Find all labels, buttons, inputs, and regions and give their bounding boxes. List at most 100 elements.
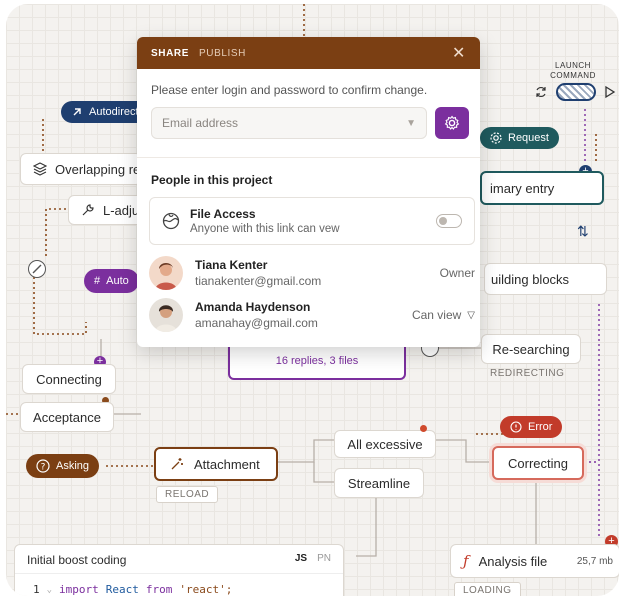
play-icon[interactable] — [604, 85, 616, 104]
overlapping-node[interactable]: Overlapping re — [20, 153, 142, 185]
autodirect-pill[interactable]: Autodirect — [61, 101, 149, 123]
person-role: Owner — [440, 266, 475, 280]
email-field[interactable]: Email address ▼ — [151, 107, 427, 139]
asking-label: Asking — [56, 460, 90, 472]
file-access-row[interactable]: File Access Anyone with this link can ve… — [149, 197, 475, 245]
person-name: Amanda Haydenson — [195, 300, 311, 314]
asking-pill[interactable]: ? Asking — [26, 454, 100, 478]
tab-pn[interactable]: PN — [317, 553, 331, 564]
all-excessive-label: All excessive — [347, 436, 423, 452]
re-searching-node[interactable]: Re-searching — [481, 334, 581, 364]
svg-text:?: ? — [41, 463, 46, 473]
building-blocks-node[interactable]: uilding blocks — [484, 263, 607, 295]
code-ident: React — [105, 583, 139, 596]
reload-tag: RELOAD — [156, 486, 219, 503]
person-row[interactable]: Tiana Kenter tianakenter@gmail.com Owner — [149, 255, 475, 291]
avatar — [149, 256, 183, 290]
chevron-down-icon: ▽ — [467, 309, 475, 321]
chevron-down-icon[interactable]: ▼ — [406, 118, 416, 129]
request-pill[interactable]: Request — [480, 127, 559, 149]
close-icon[interactable]: ✕ — [452, 43, 466, 63]
attachment-node[interactable]: Attachment — [154, 447, 278, 481]
tab-share[interactable]: SHARE — [151, 48, 189, 59]
script-icon: ƒ — [463, 552, 469, 570]
streamline-label: Streamline — [347, 475, 411, 491]
auto-pill[interactable]: # Auto — [84, 269, 139, 293]
globe-icon — [162, 212, 180, 230]
file-access-title: File Access — [190, 207, 256, 221]
sort-icon[interactable]: ⇅ — [577, 223, 589, 240]
gear-icon — [490, 132, 502, 144]
chevron-down-icon[interactable]: ⌄ — [47, 585, 52, 595]
redirecting-tag: REDIRECTING — [490, 368, 565, 379]
error-pill[interactable]: Error — [500, 416, 563, 438]
layers-icon — [33, 162, 47, 176]
person-email: amanahay@gmail.com — [195, 316, 318, 330]
tab-js[interactable]: JS — [295, 553, 307, 564]
connector-dot — [420, 425, 427, 432]
building-blocks-label: uilding blocks — [491, 271, 570, 287]
l-adjust-node[interactable]: L-adju — [68, 195, 144, 225]
code-panel[interactable]: Initial boost coding JS PN 1 ⌄ import Re… — [14, 544, 344, 596]
file-access-toggle[interactable] — [436, 214, 462, 228]
connecting-node[interactable]: Connecting — [22, 364, 116, 394]
code-keyword: from — [145, 583, 173, 596]
analysis-file-node[interactable]: ƒ Analysis file 25,7 mb — [450, 544, 619, 578]
connecting-label: Connecting — [36, 371, 102, 387]
person-role-label: Can view — [411, 308, 462, 322]
settings-button[interactable] — [435, 107, 469, 139]
person-row[interactable]: Amanda Haydenson amanahay@gmail.com Can … — [149, 297, 475, 333]
correcting-node[interactable]: Correcting — [492, 446, 584, 480]
person-role-label: Owner — [439, 266, 475, 280]
question-icon: ? — [36, 459, 50, 473]
all-excessive-node[interactable]: All excessive — [334, 430, 436, 458]
analysis-size: 25,7 mb — [576, 555, 613, 567]
modal-header: SHARE PUBLISH ✕ — [137, 37, 480, 69]
re-searching-label: Re-searching — [492, 341, 570, 357]
hash-icon: # — [94, 275, 101, 287]
file-access-subtitle: Anyone with this link can vew — [190, 223, 340, 235]
sparkle-icon — [170, 457, 184, 471]
code-line: 1 ⌄ import React from 'react'; — [33, 583, 232, 596]
l-adjust-label: L-adju — [103, 202, 140, 218]
refresh-icon[interactable] — [534, 85, 548, 104]
attachment-label: Attachment — [194, 456, 260, 472]
wrench-icon — [81, 203, 95, 217]
launch-toggle[interactable] — [556, 83, 596, 101]
modal-prompt: Please enter login and password to confi… — [151, 83, 428, 97]
role-select[interactable]: Can view ▽ — [412, 308, 475, 322]
analysis-file-label: Analysis file — [478, 553, 548, 569]
primary-entry-label: imary entry — [490, 180, 555, 196]
people-title: People in this project — [151, 173, 273, 187]
gear-icon — [444, 115, 460, 131]
arrow-icon — [71, 106, 83, 118]
line-number: 1 — [33, 583, 40, 596]
code-keyword: import — [59, 583, 99, 596]
request-label: Request — [508, 132, 549, 144]
autodirect-label: Autodirect — [89, 106, 139, 118]
auto-label: Auto — [106, 275, 129, 287]
modal-divider — [137, 157, 480, 158]
primary-entry-node[interactable]: imary entry — [480, 171, 604, 205]
share-modal: SHARE PUBLISH ✕ Please enter login and p… — [137, 37, 480, 347]
overlapping-label: Overlapping re — [55, 161, 141, 177]
code-panel-title: Initial boost coding — [27, 553, 127, 567]
loading-tag: LOADING — [454, 582, 521, 596]
tab-publish[interactable]: PUBLISH — [199, 48, 246, 59]
acceptance-label: Acceptance — [33, 409, 101, 425]
error-label: Error — [528, 421, 553, 433]
launch-command-label: LAUNCH COMMAND — [550, 61, 596, 80]
slash-circle-icon[interactable] — [28, 260, 46, 278]
person-email: tianakenter@gmail.com — [195, 274, 322, 288]
streamline-node[interactable]: Streamline — [334, 468, 424, 498]
code-string: 'react'; — [179, 583, 233, 596]
replies-node[interactable]: 16 replies, 3 files — [228, 344, 406, 380]
info-icon — [510, 421, 522, 433]
email-placeholder: Email address — [162, 116, 239, 130]
acceptance-node[interactable]: Acceptance — [20, 402, 114, 432]
replies-label: 16 replies, 3 files — [275, 355, 359, 367]
code-divider — [15, 573, 343, 574]
person-name: Tiana Kenter — [195, 258, 268, 272]
correcting-label: Correcting — [508, 455, 568, 471]
avatar — [149, 298, 183, 332]
